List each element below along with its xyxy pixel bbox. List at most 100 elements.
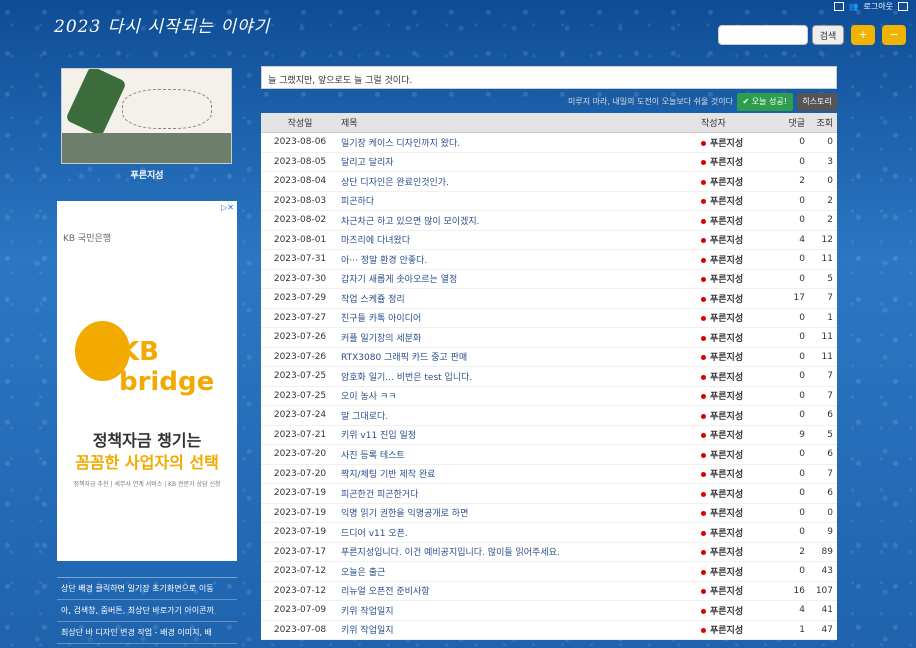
row-title[interactable]: 푸른지성입니다. 이건 예비공지입니다. 많이들 읽어주세요. xyxy=(339,545,701,558)
recent-link[interactable]: 아, 검색창, 줌버튼, 최상단 바로가기 아이콘까 xyxy=(57,600,237,622)
row-title[interactable]: 말 그대로다. xyxy=(339,409,701,422)
ad-close-icon[interactable]: ▷✕ xyxy=(221,203,234,212)
table-row[interactable]: 2023-07-30 갑자기 새롭게 솟아오르는 열정 푸른지성 0 5 xyxy=(261,270,837,289)
row-writer[interactable]: 푸른지성 xyxy=(701,233,761,246)
row-writer[interactable]: 푸른지성 xyxy=(701,604,761,617)
row-writer[interactable]: 푸른지성 xyxy=(701,487,761,500)
row-title[interactable]: 암호화 일기... 비번은 test 입니다. xyxy=(339,370,701,383)
table-row[interactable]: 2023-07-29 작업 스케쥴 정리 푸른지성 17 7 xyxy=(261,289,837,309)
row-writer[interactable]: 푸른지성 xyxy=(701,428,761,441)
row-writer[interactable]: 푸른지성 xyxy=(701,272,761,285)
row-title[interactable]: 키위 v11 진입 일정 xyxy=(339,428,701,441)
table-row[interactable]: 2023-07-08 키위 작업일지 푸른지성 1 47 xyxy=(261,621,837,640)
table-row[interactable]: 2023-08-03 피곤하다 푸른지성 0 2 xyxy=(261,192,837,211)
table-row[interactable]: 2023-07-09 키위 작업일지 푸른지성 4 41 xyxy=(261,601,837,621)
table-row[interactable]: 2023-08-04 상단 디자인은 완료인것인가. 푸른지성 2 0 xyxy=(261,172,837,192)
row-title[interactable]: 차근차근 하고 있으면 많이 모이겠지. xyxy=(339,214,701,227)
table-row[interactable]: 2023-07-17 푸른지성입니다. 이건 예비공지입니다. 많이들 읽어주세요… xyxy=(261,543,837,562)
layout-icon[interactable] xyxy=(833,2,844,11)
table-row[interactable]: 2023-08-01 마츠리에 다녀왔다 푸른지성 4 12 xyxy=(261,231,837,250)
table-row[interactable]: 2023-07-19 드디어 v11 오픈. 푸른지성 0 9 xyxy=(261,523,837,543)
column-title[interactable]: 제목 xyxy=(339,116,701,129)
row-writer[interactable]: 푸른지성 xyxy=(701,584,761,597)
row-title[interactable]: 키위 작업일지 xyxy=(339,623,701,636)
zoom-out-icon[interactable]: − xyxy=(882,25,906,45)
row-title[interactable]: RTX3080 그래픽 카드 중고 판매 xyxy=(339,350,701,363)
logout-link[interactable]: 로그아웃 xyxy=(864,1,893,12)
menu-icon[interactable] xyxy=(898,2,908,11)
row-title[interactable]: 갑자기 새롭게 솟아오르는 열정 xyxy=(339,272,701,285)
row-writer[interactable]: 푸른지성 xyxy=(701,253,761,266)
row-title[interactable]: 달리고 달리자 xyxy=(339,155,701,168)
row-title[interactable]: 친구들 카톡 아이디어 xyxy=(339,311,701,324)
row-title[interactable]: 커플 일기장의 세분화 xyxy=(339,331,701,344)
table-row[interactable]: 2023-07-25 암호화 일기... 비번은 test 입니다. 푸른지성 0 7 xyxy=(261,367,837,387)
recent-link[interactable]: 상단 배경 클릭하면 일기장 초기화면으로 이동 xyxy=(57,578,237,600)
row-writer[interactable]: 푸른지성 xyxy=(701,506,761,519)
table-row[interactable]: 2023-07-27 친구들 카톡 아이디어 푸른지성 0 1 xyxy=(261,309,837,328)
table-row[interactable]: 2023-07-20 짝지/체팅 기반 제작 완료 푸른지성 0 7 xyxy=(261,465,837,484)
table-row[interactable]: 2023-08-06 일기장 케이스 디자인까지 왔다. 푸른지성 0 0 xyxy=(261,133,837,153)
recent-link[interactable]: 최상단 바 디자인 변경 작업 - 배경 이미지, 배 xyxy=(57,622,237,644)
row-title[interactable]: 일기장 케이스 디자인까지 왔다. xyxy=(339,136,701,149)
row-writer[interactable]: 푸른지성 xyxy=(701,370,761,383)
row-writer[interactable]: 푸른지성 xyxy=(701,155,761,168)
table-row[interactable]: 2023-08-05 달리고 달리자 푸른지성 0 3 xyxy=(261,153,837,172)
row-writer[interactable]: 푸른지성 xyxy=(701,311,761,324)
column-date[interactable]: 작성일 xyxy=(261,116,339,129)
row-writer[interactable]: 푸른지성 xyxy=(701,545,761,558)
row-title[interactable]: 작업 스케쥴 정리 xyxy=(339,292,701,305)
profile-image[interactable] xyxy=(61,68,232,164)
row-writer[interactable]: 푸른지성 xyxy=(701,194,761,207)
table-row[interactable]: 2023-07-20 사진 등록 테스트 푸른지성 0 6 xyxy=(261,445,837,465)
table-row[interactable]: 2023-07-26 커플 일기장의 세분화 푸른지성 0 11 xyxy=(261,328,837,348)
row-writer[interactable]: 푸른지성 xyxy=(701,448,761,461)
table-row[interactable]: 2023-07-21 키위 v11 진입 일정 푸른지성 9 5 xyxy=(261,426,837,445)
row-title[interactable]: 드디어 v11 오픈. xyxy=(339,526,701,539)
row-title[interactable]: 리뉴얼 오픈전 준비사항 xyxy=(339,584,701,597)
row-title[interactable]: 마츠리에 다녀왔다 xyxy=(339,233,701,246)
row-title[interactable]: 익명 읽기 권한을 익명공개로 하면 xyxy=(339,506,701,519)
row-writer[interactable]: 푸른지성 xyxy=(701,292,761,305)
column-views[interactable]: 조회 xyxy=(805,116,835,129)
table-row[interactable]: 2023-08-02 차근차근 하고 있으면 많이 모이겠지. 푸른지성 0 2 xyxy=(261,211,837,231)
row-writer[interactable]: 푸른지성 xyxy=(701,331,761,344)
user-icon[interactable]: 👥 xyxy=(849,2,859,11)
search-button[interactable]: 검색 xyxy=(812,25,844,45)
row-writer[interactable]: 푸른지성 xyxy=(701,565,761,578)
row-writer[interactable]: 푸른지성 xyxy=(701,136,761,149)
table-row[interactable]: 2023-07-19 피곤한건 피곤한거다 푸른지성 0 6 xyxy=(261,484,837,504)
row-title[interactable]: 피곤하다 xyxy=(339,194,701,207)
column-comments[interactable]: 댓글 xyxy=(761,116,805,129)
row-writer[interactable]: 푸른지성 xyxy=(701,175,761,188)
table-row[interactable]: 2023-07-31 아··· 정말 환경 안좋다. 푸른지성 0 11 xyxy=(261,250,837,270)
site-title[interactable]: 2023 다시 시작되는 이야기 xyxy=(54,12,270,37)
row-title[interactable]: 키위 작업일지 xyxy=(339,604,701,617)
row-title[interactable]: 오이 농사 ㅋㅋ xyxy=(339,389,701,402)
table-row[interactable]: 2023-07-12 리뉴얼 오픈전 준비사항 푸른지성 16 107 xyxy=(261,582,837,601)
history-button[interactable]: 히스토리 xyxy=(797,93,837,111)
row-title[interactable]: 아··· 정말 환경 안좋다. xyxy=(339,253,701,266)
table-row[interactable]: 2023-07-25 오이 농사 ㅋㅋ 푸른지성 0 7 xyxy=(261,387,837,406)
ad-banner[interactable]: ▷✕ KB 국민은행 KB bridge 정책자금 챙기는 꼼꼼한 사업자의 선… xyxy=(57,201,237,561)
row-writer[interactable]: 푸른지성 xyxy=(701,526,761,539)
row-title[interactable]: 짝지/체팅 기반 제작 완료 xyxy=(339,467,701,480)
row-title[interactable]: 오늘은 출근 xyxy=(339,565,701,578)
row-writer[interactable]: 푸른지성 xyxy=(701,214,761,227)
row-writer[interactable]: 푸른지성 xyxy=(701,389,761,402)
table-row[interactable]: 2023-07-12 오늘은 출근 푸른지성 0 43 xyxy=(261,562,837,582)
table-row[interactable]: 2023-07-24 말 그대로다. 푸른지성 0 6 xyxy=(261,406,837,426)
zoom-in-icon[interactable]: + xyxy=(851,25,875,45)
row-title[interactable]: 피곤한건 피곤한거다 xyxy=(339,487,701,500)
row-writer[interactable]: 푸른지성 xyxy=(701,623,761,636)
success-button[interactable]: ✔ 오늘 성공! xyxy=(736,93,793,111)
search-input[interactable] xyxy=(718,25,808,45)
table-row[interactable]: 2023-07-19 익명 읽기 권한을 익명공개로 하면 푸른지성 0 0 xyxy=(261,504,837,523)
table-row[interactable]: 2023-07-26 RTX3080 그래픽 카드 중고 판매 푸른지성 0 11 xyxy=(261,348,837,367)
column-writer[interactable]: 작성자 xyxy=(701,116,761,129)
row-title[interactable]: 사진 등록 테스트 xyxy=(339,448,701,461)
row-title[interactable]: 상단 디자인은 완료인것인가. xyxy=(339,175,701,188)
profile-name[interactable]: 푸른지성 xyxy=(57,168,237,181)
row-writer[interactable]: 푸른지성 xyxy=(701,467,761,480)
row-writer[interactable]: 푸른지성 xyxy=(701,350,761,363)
